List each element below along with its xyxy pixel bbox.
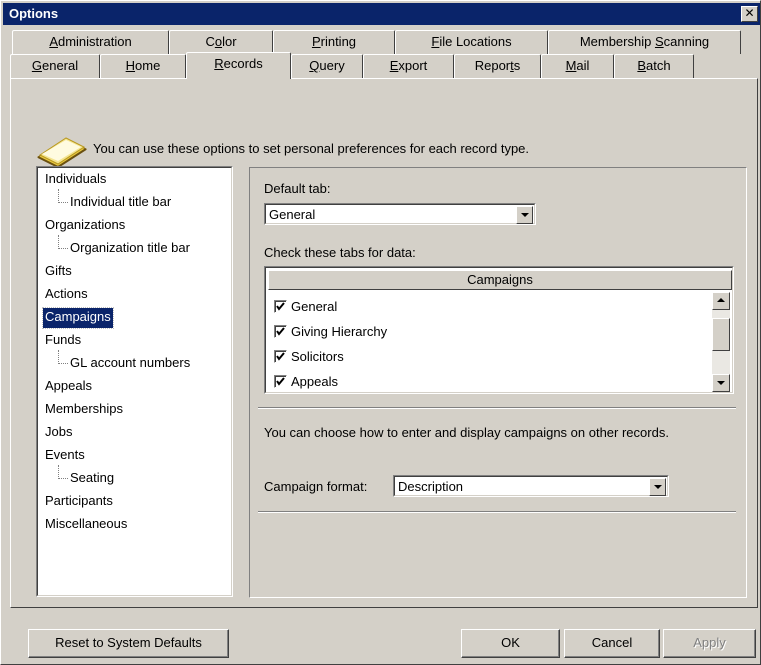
checkbox[interactable] [274,350,287,363]
tree-item-campaigns[interactable]: Campaigns [42,307,114,329]
tree-item-miscellaneous[interactable]: Miscellaneous [43,515,129,535]
campaign-format-select[interactable]: Description [393,475,669,497]
tab-general[interactable]: General [10,54,100,78]
chevron-down-icon [717,381,725,385]
tab-mail[interactable]: Mail [541,54,614,78]
tree-item-organization-title-bar[interactable]: Organization title bar [58,235,192,259]
apply-button[interactable]: Apply [663,629,756,658]
chevron-down-icon [654,485,662,489]
default-tab-value: General [269,207,316,222]
close-icon: ✕ [744,6,755,20]
scroll-down-button[interactable] [712,374,730,392]
list-item-label: Solicitors [291,349,344,364]
checkmark-icon [276,352,285,361]
cancel-button[interactable]: Cancel [564,629,660,658]
tab-row-lower: General Home Records Query Export Reports Mail… [10,52,694,79]
tree-item-funds[interactable]: Funds [43,331,83,351]
tree-item-jobs[interactable]: Jobs [43,423,74,443]
default-tab-select[interactable]: General [264,203,536,225]
tab-query[interactable]: Query [291,54,363,78]
tree-item-appeals[interactable]: Appeals [43,377,94,397]
checkmark-icon [276,302,285,311]
tab-administration[interactable]: Administration [12,30,169,54]
tree-item-seating[interactable]: Seating [58,465,116,489]
tab-membership-scanning[interactable]: Membership Scanning [548,30,741,54]
tab-records[interactable]: Records [186,52,291,79]
ok-button[interactable]: OK [461,629,560,658]
tab-reports[interactable]: Reports [454,54,541,78]
tree-item-memberships[interactable]: Memberships [43,400,125,420]
divider [258,511,736,513]
tree-item-actions[interactable]: Actions [43,285,90,305]
scroll-thumb[interactable] [712,318,730,351]
reset-defaults-button[interactable]: Reset to System Defaults [28,629,229,658]
checkbox[interactable] [274,300,287,313]
tree-item-individuals[interactable]: Individuals [43,170,108,190]
tab-home[interactable]: Home [100,54,186,78]
campaign-format-help: You can choose how to enter and display … [264,425,669,440]
list-scrollbar[interactable] [712,292,730,392]
checkmark-icon [276,327,285,336]
tab-export[interactable]: Export [363,54,454,78]
tab-printing[interactable]: Printing [273,30,395,54]
campaign-format-value: Description [398,479,464,494]
list-item-label: Giving Hierarchy [291,324,388,339]
campaign-format-dropdown-button[interactable] [649,478,666,496]
chevron-up-icon [717,298,725,302]
tab-file-locations[interactable]: File Locations [395,30,548,54]
tabs-checklist[interactable]: Campaigns General Giving Hierarchy Solicit… [264,266,734,394]
checkmark-icon [276,377,285,386]
tree-item-organizations[interactable]: Organizations [43,216,127,236]
checkbox[interactable] [274,375,287,388]
list-column-header[interactable]: Campaigns [268,270,732,290]
close-button[interactable]: ✕ [741,6,758,22]
tab-color[interactable]: Color [169,30,273,54]
divider [258,407,736,409]
default-tab-dropdown-button[interactable] [516,206,533,224]
options-dialog: Options ✕ Administration Color Printing Fil… [0,0,761,665]
book-icon [36,137,88,169]
chevron-down-icon [521,213,529,217]
record-type-tree[interactable]: Individuals Individual title bar Organizat… [36,166,233,597]
check-tabs-label: Check these tabs for data: [264,245,416,260]
tree-item-events[interactable]: Events [43,446,87,466]
list-item-label: General [291,299,338,314]
checkbox[interactable] [274,325,287,338]
intro-text: You can use these options to set persona… [93,141,530,156]
window-title: Options [9,6,59,21]
tab-row-upper: Administration Color Printing File Location… [12,30,741,54]
tree-item-participants[interactable]: Participants [43,492,115,512]
tree-item-individual-title-bar[interactable]: Individual title bar [58,189,173,213]
tree-item-gifts[interactable]: Gifts [43,262,74,282]
title-bar[interactable]: Options ✕ [3,3,760,25]
list-item-label: Appeals [291,374,338,389]
tab-batch[interactable]: Batch [614,54,694,78]
tree-item-gl-account-numbers[interactable]: GL account numbers [58,350,192,374]
default-tab-label: Default tab: [264,181,331,196]
scroll-up-button[interactable] [712,292,730,310]
campaign-format-label: Campaign format: [264,479,368,494]
